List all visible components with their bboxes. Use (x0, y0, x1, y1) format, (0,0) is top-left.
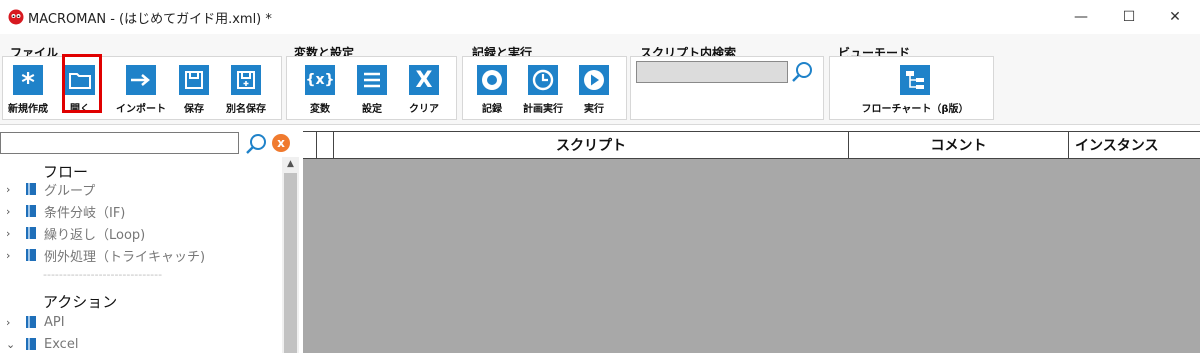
record-icon (477, 65, 507, 95)
tree-search-input[interactable] (0, 132, 239, 154)
clock-icon (528, 65, 558, 95)
script-grid-header: スクリプト コメント インスタンス (303, 131, 1200, 159)
close-icon: ✕ (1169, 9, 1181, 25)
chevron-right-icon[interactable]: › (6, 249, 20, 262)
variables-button[interactable]: {x} 変数 (298, 65, 342, 115)
tree-search-icon[interactable] (244, 132, 268, 156)
save-as-icon (231, 65, 261, 95)
tree-item-loop[interactable]: › 繰り返し（Loop) (0, 222, 145, 244)
script-grid[interactable] (303, 131, 1200, 353)
flowchart-icon (900, 65, 930, 95)
clear-search-icon[interactable]: x (272, 134, 290, 152)
scroll-up-icon[interactable]: ▲ (284, 159, 297, 171)
book-icon (26, 249, 36, 261)
column-header-marker[interactable] (316, 132, 333, 158)
clear-x-icon: X (409, 65, 439, 95)
save-icon (179, 65, 209, 95)
book-icon (26, 183, 36, 195)
tree-item-try-catch[interactable]: › 例外処理（トライキャッチ) (0, 244, 205, 266)
import-button[interactable]: インポート (110, 65, 172, 115)
record-button[interactable]: 記録 (470, 65, 514, 115)
tree-item-if[interactable]: › 条件分岐（IF) (0, 200, 125, 222)
minimize-button[interactable]: — (1058, 0, 1104, 34)
tree-scroll-thumb[interactable] (284, 173, 297, 353)
book-icon (26, 227, 36, 239)
variable-x-icon: {x} (305, 65, 335, 95)
window-title: MACROMAN - (はじめてガイド用.xml) * (28, 12, 272, 27)
action-category-header: アクション (43, 293, 118, 311)
chevron-right-icon[interactable]: › (6, 227, 20, 240)
play-icon (579, 65, 609, 95)
save-as-button[interactable]: 別名保存 (218, 65, 274, 115)
minimize-icon: — (1074, 9, 1088, 25)
tree-item-excel[interactable]: ⌄ Excel (0, 333, 78, 355)
close-button[interactable]: ✕ (1152, 0, 1198, 34)
save-button[interactable]: 保存 (172, 65, 216, 115)
chevron-right-icon[interactable]: › (6, 316, 20, 329)
tree-separator: ------------------------------ (43, 268, 163, 281)
column-header-script[interactable]: スクリプト (333, 132, 848, 158)
new-icon: * (13, 65, 43, 96)
flowchart-button[interactable]: フローチャート（β版） (850, 65, 980, 115)
search-icon[interactable] (790, 60, 814, 84)
chevron-right-icon[interactable]: › (6, 205, 20, 218)
book-icon (26, 338, 36, 350)
column-header-instance[interactable]: インスタンス (1068, 132, 1200, 158)
chevron-down-icon[interactable]: ⌄ (6, 338, 20, 351)
maximize-button[interactable]: ☐ (1106, 0, 1152, 34)
script-search-input[interactable] (636, 61, 788, 83)
book-icon (26, 316, 36, 328)
tree-item-group[interactable]: › グループ (0, 178, 95, 200)
list-icon (357, 65, 387, 95)
arrow-right-icon (126, 65, 156, 95)
clear-button[interactable]: X クリア (402, 65, 446, 115)
tree-item-api[interactable]: › API (0, 311, 65, 333)
new-button[interactable]: * 新規作成 (2, 65, 54, 115)
book-icon (26, 205, 36, 217)
settings-button[interactable]: 設定 (350, 65, 394, 115)
run-button[interactable]: 実行 (572, 65, 616, 115)
macroman-logo-icon (8, 9, 24, 25)
schedule-button[interactable]: 計画実行 (518, 65, 568, 115)
highlight-box (62, 54, 102, 113)
chevron-right-icon[interactable]: › (6, 183, 20, 196)
column-header-comment[interactable]: コメント (848, 132, 1068, 158)
maximize-icon: ☐ (1122, 9, 1136, 25)
